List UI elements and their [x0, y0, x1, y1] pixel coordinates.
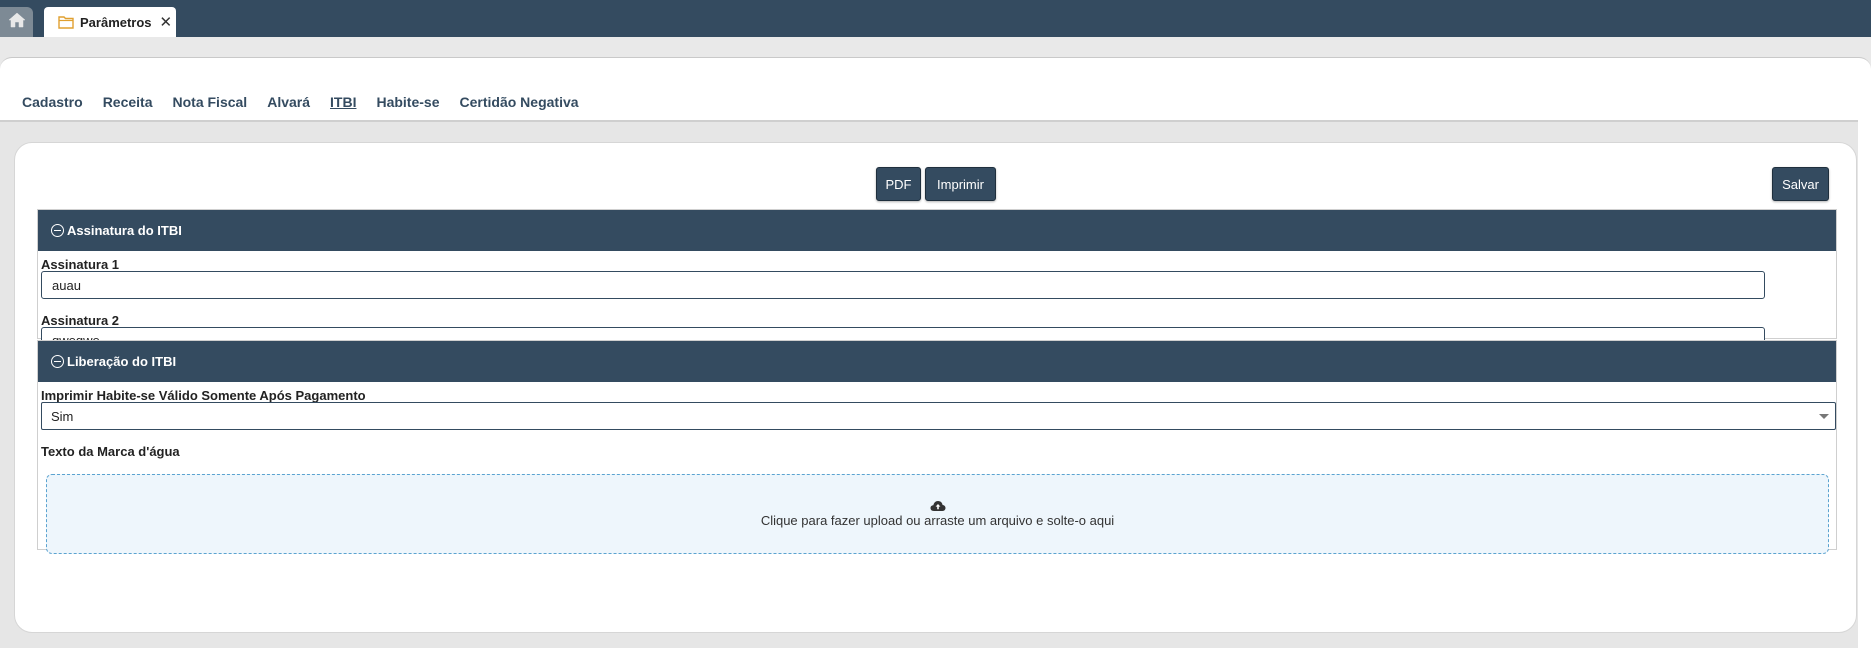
chevron-down-icon	[1819, 414, 1829, 419]
pdf-button[interactable]: PDF	[876, 167, 921, 201]
signature2-label: Assinatura 2	[41, 313, 120, 328]
signature-section-title: Assinatura do ITBI	[67, 223, 182, 238]
home-tab[interactable]	[0, 7, 33, 37]
nav-receita[interactable]: Receita	[103, 94, 153, 110]
tab-parametros[interactable]: Parâmetros ✕	[44, 7, 176, 37]
signature-section: Assinatura do ITBI Assinatura 1 auau Ass…	[37, 209, 1837, 354]
print-condition-select[interactable]: Sim	[41, 402, 1836, 430]
print-condition-label: Imprimir Habite-se Válido Somente Após P…	[41, 388, 366, 403]
collapse-icon[interactable]	[51, 355, 64, 368]
itbi-panel: PDF Imprimir Salvar Assinatura do ITBI A…	[14, 142, 1857, 633]
section-nav: Cadastro Receita Nota Fiscal Alvará ITBI…	[22, 94, 599, 110]
nav-cadastro[interactable]: Cadastro	[22, 94, 83, 110]
watermark-label: Texto da Marca d'água	[41, 444, 180, 459]
signature-section-header[interactable]: Assinatura do ITBI	[38, 210, 1836, 251]
nav-alvara[interactable]: Alvará	[267, 94, 310, 110]
cloud-upload-icon	[930, 500, 946, 512]
nav-certidao-negativa[interactable]: Certidão Negativa	[460, 94, 579, 110]
page-card: Cadastro Receita Nota Fiscal Alvará ITBI…	[0, 57, 1871, 648]
release-section-title: Liberação do ITBI	[67, 354, 177, 369]
close-icon[interactable]: ✕	[160, 13, 173, 31]
home-icon	[7, 12, 26, 33]
upload-text: Clique para fazer upload ou arraste um a…	[760, 513, 1115, 528]
select-value: Sim	[51, 408, 74, 424]
nav-itbi[interactable]: ITBI	[330, 94, 356, 110]
top-tab-bar: Parâmetros ✕	[0, 0, 1871, 37]
signature1-label: Assinatura 1	[41, 257, 120, 272]
release-section: Liberação do ITBI Imprimir Habite-se Vál…	[37, 340, 1837, 554]
print-button[interactable]: Imprimir	[925, 167, 996, 201]
release-section-header[interactable]: Liberação do ITBI	[38, 341, 1836, 382]
upload-dropzone[interactable]: Clique para fazer upload ou arraste um a…	[46, 474, 1829, 554]
folder-icon	[58, 15, 74, 29]
nav-nota-fiscal[interactable]: Nota Fiscal	[173, 94, 248, 110]
nav-habite-se[interactable]: Habite-se	[376, 94, 439, 110]
collapse-icon[interactable]	[51, 224, 64, 237]
tab-label: Parâmetros	[80, 14, 152, 30]
signature1-input[interactable]: auau	[41, 271, 1765, 299]
save-button[interactable]: Salvar	[1772, 167, 1829, 201]
